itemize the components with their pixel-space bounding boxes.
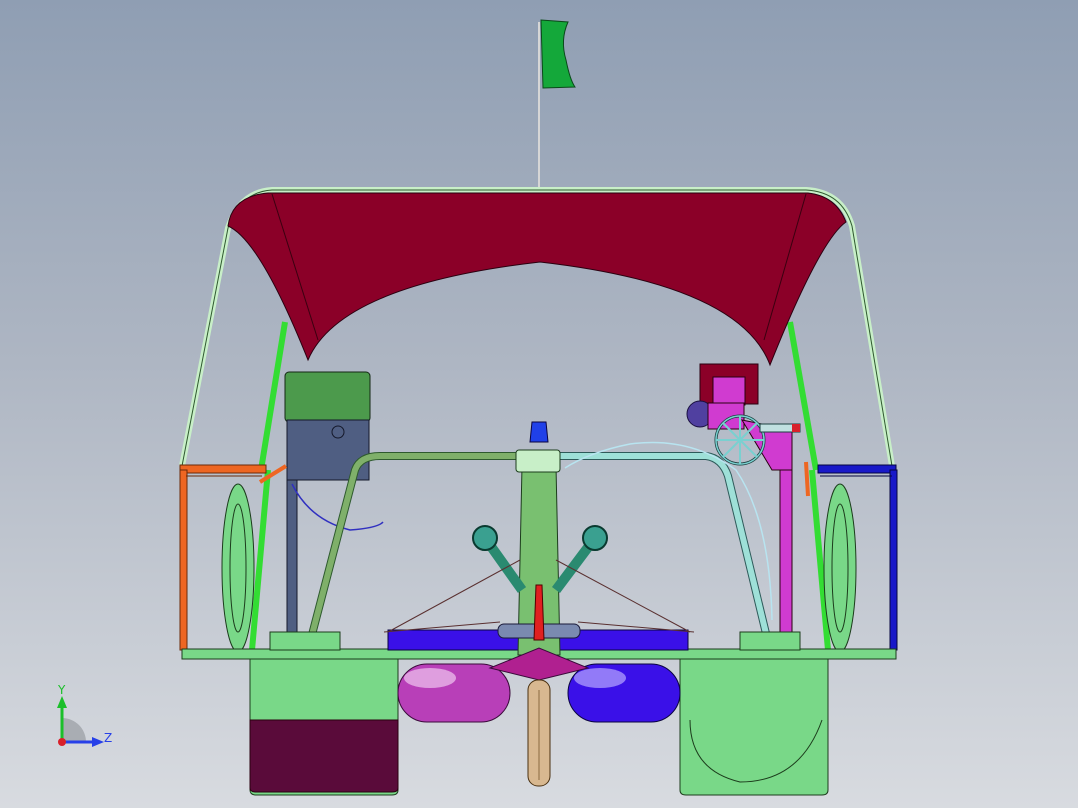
triad-y-label: Y [58, 683, 66, 697]
graphics-viewport[interactable]: Y Z [0, 0, 1078, 808]
bimini-canopy[interactable] [227, 192, 847, 367]
outboard-motor[interactable] [488, 421, 590, 787]
left-life-ring[interactable] [221, 483, 255, 653]
pontoon-boat-model[interactable] [0, 0, 1078, 808]
helm-station[interactable] [686, 363, 810, 651]
flag[interactable] [538, 19, 576, 190]
storage-box[interactable] [284, 371, 384, 651]
right-life-ring[interactable] [823, 483, 857, 653]
view-orientation-triad[interactable]: Y Z [48, 684, 120, 756]
triad-z-label: Z [104, 731, 113, 745]
